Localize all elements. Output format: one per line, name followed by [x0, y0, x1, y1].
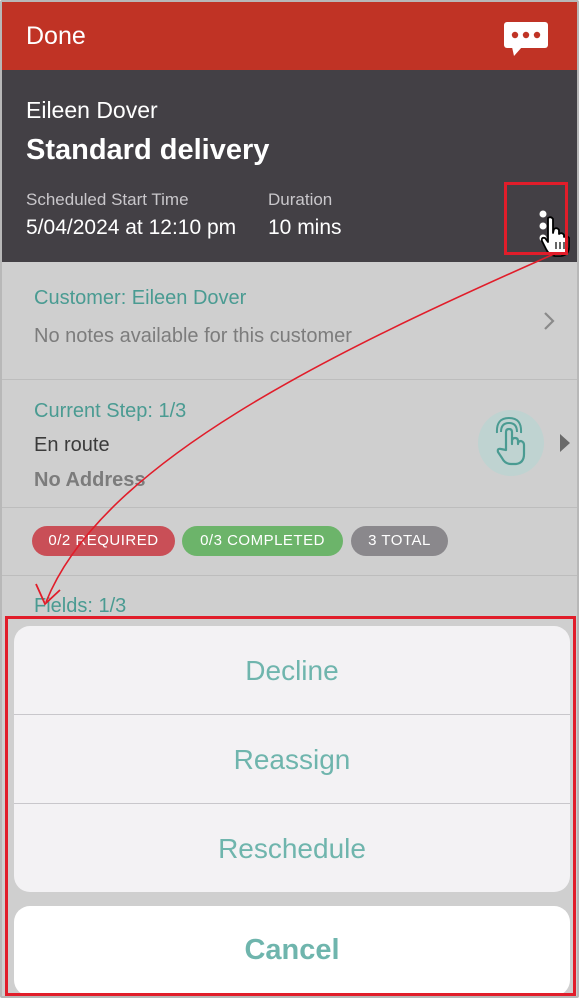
start-time-value: 5/04/2024 at 12:10 pm — [26, 216, 237, 239]
current-step-row[interactable]: Current Step: 1/3 En route No Address — [2, 380, 577, 508]
customer-notes: No notes available for this customer — [34, 325, 352, 347]
fields-row-title[interactable]: Fields: 1/3 — [34, 595, 126, 618]
tap-gesture-icon[interactable] — [478, 410, 544, 476]
top-bar: Done — [2, 2, 577, 70]
total-badge: 3 TOTAL — [351, 526, 448, 556]
action-sheet: Decline Reassign Reschedule — [14, 626, 570, 892]
hand-cursor-icon — [540, 216, 570, 257]
current-step-title: Current Step: 1/3 — [34, 400, 187, 422]
job-header: Eileen Dover Standard delivery Scheduled… — [2, 70, 577, 262]
start-time-label: Scheduled Start Time — [26, 190, 189, 209]
customer-name: Eileen Dover — [26, 97, 158, 123]
reschedule-option[interactable]: Reschedule — [14, 804, 570, 892]
completed-badge: 0/3 COMPLETED — [182, 526, 343, 556]
chat-bubble-icon[interactable] — [502, 20, 550, 58]
customer-row[interactable]: Customer: Eileen Dover No notes availabl… — [2, 262, 577, 380]
step-address: No Address — [34, 469, 146, 491]
duration-label: Duration — [268, 190, 333, 209]
step-name: En route — [34, 434, 110, 456]
chevron-right-icon — [544, 312, 555, 330]
cancel-button[interactable]: Cancel — [14, 906, 570, 996]
duration-value: 10 mins — [268, 216, 342, 239]
decline-option[interactable]: Decline — [14, 626, 570, 715]
job-title: Standard delivery — [26, 134, 270, 166]
customer-row-title: Customer: Eileen Dover — [34, 287, 247, 309]
required-badge: 0/2 REQUIRED — [32, 526, 175, 556]
reassign-option[interactable]: Reassign — [14, 715, 570, 804]
done-button[interactable]: Done — [26, 22, 86, 51]
app-frame: Done Eileen Dover Standard delivery Sche… — [0, 0, 579, 998]
play-arrow-icon — [560, 434, 570, 452]
